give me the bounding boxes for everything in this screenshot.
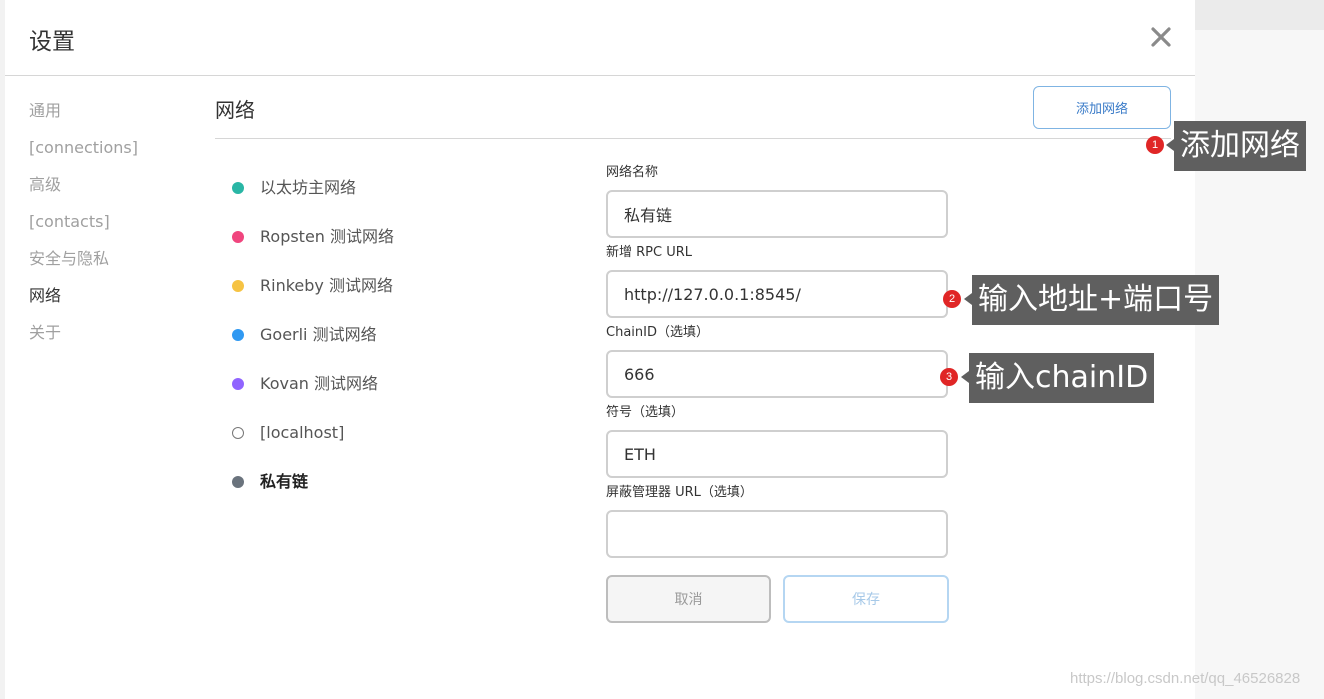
network-label: Goerli 测试网络 — [260, 325, 377, 344]
network-label: [localhost] — [260, 423, 345, 442]
sidebar-item-about[interactable]: 关于 — [29, 318, 189, 355]
settings-sidebar: 通用 [connections] 高级 [contacts] 安全与隐私 网络 … — [29, 96, 189, 355]
sidebar-item-contacts[interactable]: [contacts] — [29, 207, 189, 244]
network-dot-icon — [232, 378, 244, 390]
explorer-url-input[interactable] — [606, 510, 948, 558]
annotation-arrow-icon — [1166, 139, 1174, 151]
network-label: 私有链 — [260, 472, 309, 491]
content-divider — [215, 138, 1171, 139]
network-label: Kovan 测试网络 — [260, 374, 378, 393]
network-item-goerli[interactable]: Goerli 测试网络 — [232, 319, 562, 368]
network-item-ropsten[interactable]: Ropsten 测试网络 — [232, 221, 562, 270]
rpc-url-label: 新增 RPC URL — [606, 245, 693, 260]
network-item-rinkeby[interactable]: Rinkeby 测试网络 — [232, 270, 562, 319]
form-actions: 取消 保存 — [606, 575, 950, 623]
close-button[interactable] — [1146, 22, 1176, 52]
sidebar-item-connections[interactable]: [connections] — [29, 133, 189, 170]
symbol-input[interactable] — [606, 430, 948, 478]
network-dot-icon — [232, 329, 244, 341]
network-item-kovan[interactable]: Kovan 测试网络 — [232, 368, 562, 417]
sidebar-item-security-privacy[interactable]: 安全与隐私 — [29, 244, 189, 281]
cancel-button[interactable]: 取消 — [606, 575, 771, 623]
network-dot-icon — [232, 231, 244, 243]
network-list: 以太坊主网络 Ropsten 测试网络 Rinkeby 测试网络 Goerli … — [232, 172, 562, 515]
network-name-label: 网络名称 — [606, 165, 659, 180]
annotation-badge-2: 2 — [943, 290, 961, 308]
sidebar-item-networks[interactable]: 网络 — [29, 281, 189, 318]
settings-modal: 设置 通用 [connections] 高级 [contacts] 安全与隐私 … — [5, 0, 1195, 699]
network-dot-icon — [232, 280, 244, 292]
annotation-label-1: 添加网络 — [1174, 121, 1306, 171]
modal-title: 设置 — [29, 29, 75, 55]
networks-title: 网络 — [215, 98, 255, 122]
explorer-url-label: 屏蔽管理器 URL（选填） — [606, 485, 753, 500]
network-label: Ropsten 测试网络 — [260, 227, 395, 246]
watermark: https://blog.csdn.net/qq_46526828 — [1070, 670, 1301, 687]
annotation-arrow-icon — [961, 371, 969, 383]
close-icon — [1151, 27, 1171, 47]
add-network-button[interactable]: 添加网络 — [1033, 86, 1171, 129]
symbol-label: 符号（选填） — [606, 405, 685, 420]
chain-id-label: ChainID（选填） — [606, 325, 709, 340]
annotation-label-3: 输入chainID — [969, 353, 1155, 403]
network-dot-icon — [232, 476, 244, 488]
annotation-label-2: 输入地址+端口号 — [972, 275, 1220, 325]
annotation-badge-1: 1 — [1146, 136, 1164, 154]
network-dot-hollow-icon — [232, 427, 244, 439]
annotation-arrow-icon — [964, 293, 972, 305]
background-strip — [1195, 0, 1324, 30]
rpc-url-input[interactable] — [606, 270, 948, 318]
screen: 设置 通用 [connections] 高级 [contacts] 安全与隐私 … — [0, 0, 1324, 699]
modal-header: 设置 — [5, 0, 1195, 76]
network-item-localhost[interactable]: [localhost] — [232, 417, 562, 466]
background-panel — [1195, 0, 1324, 699]
network-item-mainnet[interactable]: 以太坊主网络 — [232, 172, 562, 221]
network-name-input[interactable] — [606, 190, 948, 238]
sidebar-item-advanced[interactable]: 高级 — [29, 170, 189, 207]
sidebar-item-general[interactable]: 通用 — [29, 96, 189, 133]
network-dot-icon — [232, 182, 244, 194]
network-item-private-chain[interactable]: 私有链 — [232, 466, 562, 515]
network-form: 网络名称 新增 RPC URL ChainID（选填） 符号（选填） 屏蔽管理器… — [606, 160, 956, 558]
save-button[interactable]: 保存 — [783, 575, 949, 623]
network-label: Rinkeby 测试网络 — [260, 276, 393, 295]
annotation-badge-3: 3 — [940, 368, 958, 386]
network-label: 以太坊主网络 — [260, 178, 357, 197]
chain-id-input[interactable] — [606, 350, 948, 398]
